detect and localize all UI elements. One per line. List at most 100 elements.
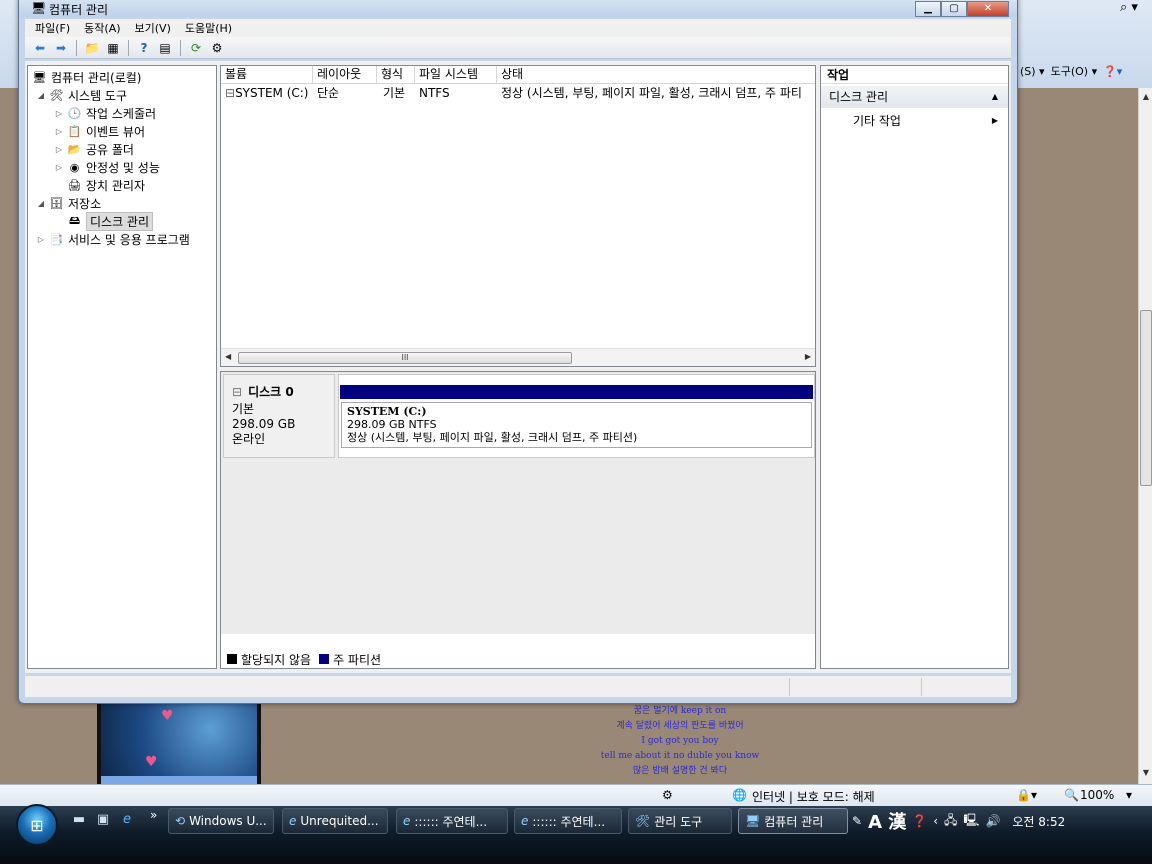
search-icon[interactable]: ⌕ ▾ xyxy=(1120,0,1152,18)
help-icon[interactable]: ❓ xyxy=(912,814,927,828)
tree-item-disk-management[interactable]: 🖴 디스크 관리 xyxy=(67,211,154,231)
more-actions-item[interactable]: 기타 작업 ▶ xyxy=(821,112,1008,130)
taskbar-item[interactable]: ⟲ Windows U... xyxy=(168,808,274,834)
scroll-left-icon[interactable]: ◀ xyxy=(225,352,231,361)
tree-item-services[interactable]: ▷ 📑 서비스 및 응용 프로그램 xyxy=(36,230,190,248)
taskbar-item[interactable]: e :::::: 주연테... xyxy=(514,808,622,834)
column-type[interactable]: 형식 xyxy=(377,66,415,84)
expand-icon[interactable]: ▷ xyxy=(54,145,64,154)
tree-item-root[interactable]: 🖥 컴퓨터 관리(로컬) xyxy=(32,68,142,86)
menu-file[interactable]: 파일(F) xyxy=(35,20,70,36)
show-hide-tree-icon[interactable]: ▦ xyxy=(104,39,122,57)
legend-unallocated: 할당되지 않음 xyxy=(241,652,312,667)
taskbar-item-active[interactable]: 🖥 컴퓨터 관리 xyxy=(738,808,848,834)
minimize-button[interactable]: ▁ xyxy=(915,1,941,17)
network-icon[interactable]: 🖳 xyxy=(963,811,979,832)
page-menu[interactable]: (S) ▾ xyxy=(1020,65,1045,78)
disk-legend: 할당되지 않음 주 파티션 xyxy=(221,650,815,668)
switch-windows-icon[interactable]: ▣ xyxy=(94,812,112,830)
page-tools-icon[interactable]: 🔒▾ xyxy=(1016,788,1037,802)
tree-label: 작업 스케줄러 xyxy=(86,106,157,121)
admin-tools-icon: 🛠 xyxy=(635,814,651,828)
tree-item-task-scheduler[interactable]: ▷ 🕒 작업 스케줄러 xyxy=(54,104,156,122)
taskbar-item[interactable]: 🛠 관리 도구 xyxy=(628,808,732,834)
column-volume[interactable]: 볼륨 xyxy=(221,66,313,84)
menu-help[interactable]: 도움말(H) xyxy=(185,20,232,36)
column-status[interactable]: 상태 xyxy=(497,66,815,84)
disk-size: 298.09 GB xyxy=(232,417,296,431)
fs-cell: NTFS xyxy=(419,86,450,100)
expand-icon[interactable]: ▷ xyxy=(36,235,46,244)
properties-icon[interactable]: ▤ xyxy=(156,39,174,57)
computer-management-icon: 🖥 xyxy=(31,1,47,15)
tree-item-device-manager[interactable]: 🖨 장치 관리자 xyxy=(67,176,146,194)
table-row[interactable]: ⊟SYSTEM (C:) 단순 기본 NTFS 정상 (시스템, 부팅, 페이지… xyxy=(221,85,815,103)
menu-view[interactable]: 보기(V) xyxy=(135,20,171,36)
column-layout[interactable]: 레이아웃 xyxy=(313,66,377,84)
taskbar-item[interactable]: e Unrequited... xyxy=(282,808,388,834)
tray-expand-icon[interactable]: ‹ xyxy=(933,814,938,828)
back-icon[interactable]: ⬅ xyxy=(31,39,49,57)
tree-label: 안정성 및 성능 xyxy=(86,160,160,175)
zoom-icon[interactable]: 🔍 xyxy=(1064,788,1079,802)
refresh-icon[interactable]: ⟳ xyxy=(187,39,205,57)
settings-icon[interactable]: ⚙ xyxy=(208,39,226,57)
up-folder-icon[interactable]: 📁 xyxy=(83,39,101,57)
maximize-button[interactable]: ▢ xyxy=(941,1,967,17)
computer-icon: 🖥 xyxy=(32,70,47,84)
help-icon[interactable]: ? xyxy=(135,39,153,57)
ime-tool-icon[interactable]: ✎ xyxy=(852,814,862,828)
help-icon[interactable]: ❓▾ xyxy=(1103,65,1122,78)
expand-icon[interactable]: ▷ xyxy=(54,163,64,172)
tools-menu[interactable]: 도구(O) ▾ xyxy=(1051,63,1098,79)
title-bar[interactable]: 🖥 컴퓨터 관리 ▁ ▢ ✕ xyxy=(19,0,1017,17)
expand-icon[interactable]: ▷ xyxy=(54,127,64,136)
partition-info: SYSTEM (C:) 298.09 GB NTFS 정상 (시스템, 부팅, … xyxy=(341,402,812,448)
volume-cell: ⊟SYSTEM (C:) xyxy=(221,85,313,103)
layout-cell: 단순 xyxy=(317,86,340,100)
disk-graphical-view: ⊟ 디스크 0 기본 298.09 GB 온라인 SYSTEM (C:) 298… xyxy=(220,371,816,669)
close-button[interactable]: ✕ xyxy=(967,1,1009,17)
legend-primary: 주 파티션 xyxy=(333,652,382,667)
tree-item-event-viewer[interactable]: ▷ 📋 이벤트 뷰어 xyxy=(54,122,145,140)
tree-item-storage[interactable]: ◢ 🗄 저장소 xyxy=(36,194,101,212)
scroll-thumb[interactable]: III xyxy=(238,352,572,364)
scroll-up-icon[interactable]: ▲ xyxy=(1141,92,1151,101)
collapse-icon[interactable]: ◢ xyxy=(36,199,46,208)
quick-launch-overflow-icon[interactable]: » xyxy=(150,808,157,822)
menu-action[interactable]: 동작(A) xyxy=(84,20,120,36)
tree-item-shared-folders[interactable]: ▷ 📂 공유 폴더 xyxy=(54,140,134,158)
task-label: 관리 도구 xyxy=(654,814,703,829)
menu-bar: 파일(F) 동작(A) 보기(V) 도움말(H) xyxy=(25,19,1011,37)
browser-vertical-scrollbar[interactable]: ▲ ▼ xyxy=(1138,88,1152,784)
disk-label[interactable]: ⊟ 디스크 0 기본 298.09 GB 온라인 xyxy=(223,374,335,458)
security-zone-text[interactable]: 인터넷 | 보호 모드: 해제 xyxy=(752,788,875,805)
tree-item-reliability[interactable]: ▷ ◉ 안정성 및 성능 xyxy=(54,158,160,176)
expand-icon[interactable]: ▷ xyxy=(54,109,64,118)
internet-explorer-icon[interactable]: e xyxy=(118,812,136,830)
windows-update-icon: ⟲ xyxy=(175,814,186,828)
zoom-dropdown-icon[interactable]: ▾ xyxy=(1126,788,1132,802)
show-desktop-icon[interactable]: ▬ xyxy=(70,812,88,830)
forward-icon[interactable]: ➡ xyxy=(52,39,70,57)
zoom-level[interactable]: 100% xyxy=(1080,788,1114,802)
start-button[interactable]: ⊞ xyxy=(16,804,58,846)
clock[interactable]: 오전 8:52 xyxy=(1012,813,1065,830)
tree-item-system-tools[interactable]: ◢ 🛠 시스템 도구 xyxy=(36,86,127,104)
volume-icon[interactable]: 🔊 xyxy=(985,814,1000,828)
taskbar-item[interactable]: e :::::: 주연테... xyxy=(396,808,508,834)
ime-language[interactable]: A 漢 xyxy=(868,808,906,834)
tray-app-icon[interactable]: 🖧 xyxy=(944,811,957,832)
browser-status-bar: ⚙ 🌐 인터넷 | 보호 모드: 해제 🔒▾ 🔍 100% ▾ xyxy=(0,784,1152,806)
scroll-down-icon[interactable]: ▼ xyxy=(1141,768,1151,777)
column-file-system[interactable]: 파일 시스템 xyxy=(415,66,497,84)
scroll-right-icon[interactable]: ▶ xyxy=(805,352,811,361)
volume-list-hscrollbar[interactable]: ◀ III ▶ xyxy=(221,348,815,366)
partition-block[interactable]: SYSTEM (C:) 298.09 GB NTFS 정상 (시스템, 부팅, … xyxy=(338,374,815,458)
internet-zone-icon: 🌐 xyxy=(732,788,747,802)
scroll-thumb[interactable] xyxy=(1140,310,1152,486)
collapse-icon[interactable]: ◢ xyxy=(36,91,46,100)
popup-blocker-icon[interactable]: ⚙ xyxy=(662,788,673,802)
actions-section-disk-management[interactable]: 디스크 관리 ▲ xyxy=(821,86,1008,108)
collapse-up-icon[interactable]: ▲ xyxy=(992,86,998,108)
